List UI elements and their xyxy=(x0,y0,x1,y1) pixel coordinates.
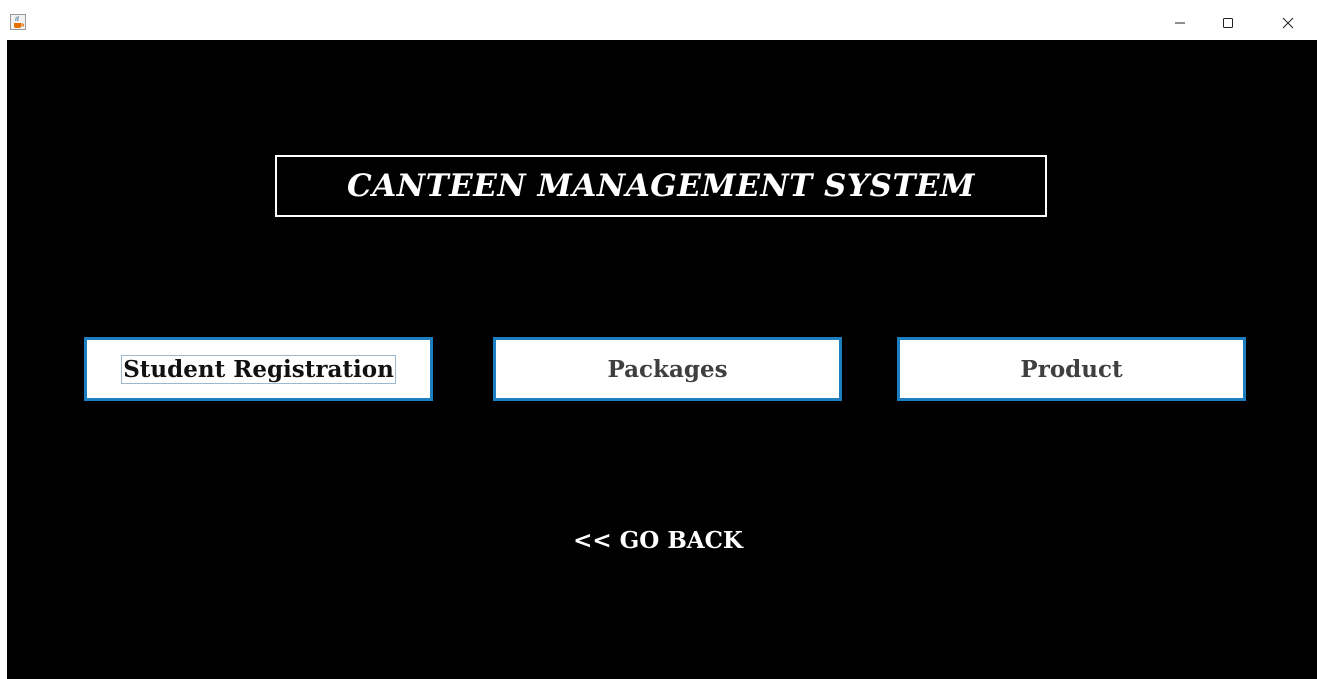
product-button[interactable]: Product xyxy=(897,337,1246,401)
packages-button[interactable]: Packages xyxy=(493,337,842,401)
maximize-button[interactable] xyxy=(1206,8,1250,38)
main-panel: CANTEEN MANAGEMENT SYSTEM Student Regist… xyxy=(7,40,1317,679)
maximize-icon xyxy=(1222,14,1234,33)
app-window: CANTEEN MANAGEMENT SYSTEM Student Regist… xyxy=(0,0,1317,679)
close-button[interactable] xyxy=(1266,8,1310,38)
close-icon xyxy=(1282,14,1294,33)
product-label: Product xyxy=(1020,355,1123,383)
title-box: CANTEEN MANAGEMENT SYSTEM xyxy=(275,155,1047,217)
student-registration-button[interactable]: Student Registration xyxy=(84,337,433,401)
java-coffee-cup-icon xyxy=(10,14,26,30)
window-titlebar[interactable] xyxy=(0,0,1317,40)
minimize-icon xyxy=(1174,14,1186,33)
minimize-button[interactable] xyxy=(1158,8,1202,38)
page-title: CANTEEN MANAGEMENT SYSTEM xyxy=(347,168,975,204)
go-back-button[interactable]: << GO BACK xyxy=(551,523,765,557)
student-registration-label: Student Registration xyxy=(121,354,396,384)
packages-label: Packages xyxy=(607,355,728,383)
